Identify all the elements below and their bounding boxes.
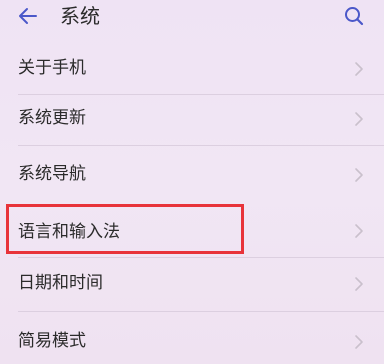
chevron-right-icon [355,62,363,76]
settings-item-label: 系统更新 [18,108,86,128]
divider [18,257,384,258]
back-arrow-icon [19,8,37,24]
divider [18,145,384,146]
settings-item-simple-mode[interactable]: 简易模式 [0,316,384,364]
search-icon [345,7,364,26]
chevron-right-icon [355,112,363,126]
settings-item-date-time[interactable]: 日期和时间 [0,260,384,310]
divider [18,94,384,95]
back-button[interactable] [14,2,42,30]
settings-item-system-update[interactable]: 系统更新 [0,96,384,144]
settings-item-label: 关于手机 [18,58,86,78]
highlight-annotation-box [6,204,244,254]
settings-item-label: 日期和时间 [18,273,103,293]
settings-item-about-phone[interactable]: 关于手机 [0,46,384,96]
divider [18,311,384,312]
chevron-right-icon [355,277,363,291]
chevron-right-icon [355,168,363,182]
top-app-bar: 系统 [0,0,384,36]
settings-item-label: 系统导航 [18,164,86,184]
settings-screen: 系统 关于手机 系统更新 系统导航 语言和输入法 日期和时间 简易模式 [0,0,384,364]
chevron-right-icon [355,224,363,238]
search-button[interactable] [340,2,368,30]
page-title: 系统 [60,4,100,28]
chevron-right-icon [355,335,363,349]
settings-item-label: 简易模式 [18,331,86,351]
settings-item-system-navigation[interactable]: 系统导航 [0,150,384,200]
